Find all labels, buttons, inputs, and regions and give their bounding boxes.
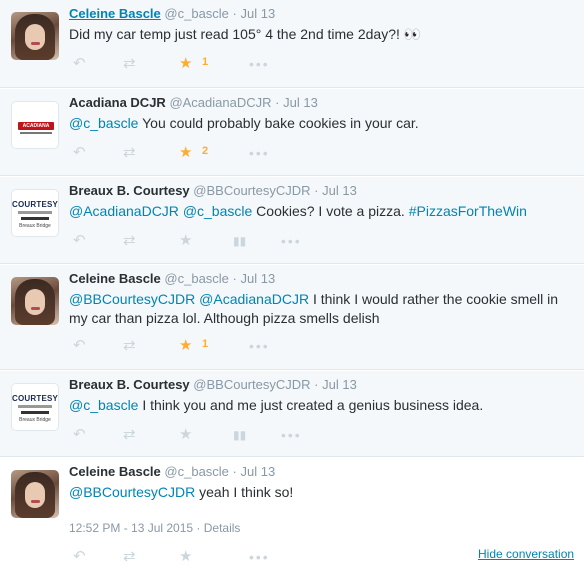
star-icon[interactable]: ★: [179, 54, 192, 74]
user-name[interactable]: Breaux B. Courtesy: [69, 183, 190, 198]
tweet-header: Celeine Bascle @c_bascle · Jul 13: [69, 464, 275, 479]
more-icon[interactable]: •••: [249, 547, 270, 567]
hide-conversation-link[interactable]: Hide conversation: [478, 547, 574, 561]
separator-dot: ·: [314, 183, 319, 198]
mention-link[interactable]: @c_bascle: [69, 397, 138, 413]
eyes-emoji: 👀: [403, 26, 422, 42]
tweet-body: I think you and me just created a genius…: [138, 397, 484, 413]
user-handle[interactable]: @c_bascle: [164, 6, 229, 21]
avatar[interactable]: ACADIANA: [11, 101, 59, 149]
separator-dot: ·: [314, 377, 319, 392]
tweet-header: Acadiana DCJR @AcadianaDCJR · Jul 13: [69, 95, 318, 110]
tweet-header: Celeine Bascle @c_bascle · Jul 13: [69, 271, 275, 286]
tweet-timestamp: 12:52 PM - 13 Jul 2015 · Details: [69, 521, 241, 535]
reply-icon[interactable]: ↶: [73, 336, 86, 356]
tweet-text: @BBCourtesyCJDR @AcadianaDCJR I think I …: [69, 290, 574, 328]
tweet-time[interactable]: Jul 13: [241, 271, 276, 286]
star-icon[interactable]: ★: [179, 547, 192, 567]
mention-link[interactable]: @AcadianaDCJR: [199, 291, 309, 307]
reply-icon[interactable]: ↶: [73, 425, 86, 445]
tweet[interactable]: Celeine Bascle @c_bascle · Jul 13 Did my…: [0, 0, 584, 88]
avatar[interactable]: COURTESY Breaux Bridge: [11, 383, 59, 431]
more-icon[interactable]: •••: [249, 54, 270, 74]
avatar[interactable]: COURTESY Breaux Bridge: [11, 189, 59, 237]
mention-link[interactable]: @c_bascle: [69, 115, 138, 131]
retweet-icon[interactable]: ⇄: [123, 425, 136, 445]
more-icon[interactable]: •••: [249, 336, 270, 356]
tweet-header: Celeine Bascle @c_bascle · Jul 13: [69, 6, 275, 21]
star-icon[interactable]: ★: [179, 336, 192, 356]
tweet-time[interactable]: Jul 13: [322, 183, 357, 198]
tweet-body: You could probably bake cookies in your …: [138, 115, 419, 131]
star-icon[interactable]: ★: [179, 231, 192, 251]
user-name[interactable]: Breaux B. Courtesy: [69, 377, 190, 392]
tweet-time[interactable]: Jul 13: [322, 377, 357, 392]
retweet-icon[interactable]: ⇄: [123, 143, 136, 163]
user-handle[interactable]: @c_bascle: [164, 271, 229, 286]
tweet-time[interactable]: Jul 13: [241, 6, 276, 21]
more-icon[interactable]: •••: [281, 231, 302, 251]
tweet-text: @c_bascle You could probably bake cookie…: [69, 114, 574, 133]
tweet-time[interactable]: Jul 13: [241, 464, 276, 479]
tweet-text: @c_bascle I think you and me just create…: [69, 396, 574, 415]
stats-icon[interactable]: ▮▮: [233, 425, 246, 445]
more-icon[interactable]: •••: [281, 425, 302, 445]
separator-dot: ·: [275, 95, 280, 110]
tweet-time[interactable]: Jul 13: [283, 95, 318, 110]
user-name[interactable]: Celeine Bascle: [69, 6, 161, 21]
tweet-body: Cookies? I vote a pizza.: [252, 203, 409, 219]
stats-icon[interactable]: ▮▮: [233, 231, 246, 251]
tweet-text: Did my car temp just read 105° 4 the 2nd…: [69, 25, 574, 44]
tweet-header: Breaux B. Courtesy @BBCourtesyCJDR · Jul…: [69, 183, 357, 198]
avatar[interactable]: [11, 12, 59, 60]
mention-link[interactable]: @BBCourtesyCJDR: [69, 291, 195, 307]
courtesy-logo: COURTESY: [12, 200, 59, 209]
timestamp-text[interactable]: 12:52 PM - 13 Jul 2015: [69, 521, 193, 535]
star-icon[interactable]: ★: [179, 143, 192, 163]
retweet-icon[interactable]: ⇄: [123, 54, 136, 74]
favorite-count: 2: [202, 145, 209, 157]
avatar[interactable]: [11, 470, 59, 518]
logo-city: Breaux Bridge: [19, 223, 51, 229]
logo-city: Breaux Bridge: [19, 417, 51, 423]
mention-link[interactable]: @AcadianaDCJR: [69, 203, 179, 219]
mention-link[interactable]: @c_bascle: [183, 203, 252, 219]
separator-dot: ·: [232, 271, 237, 286]
tweet-text: @BBCourtesyCJDR yeah I think so!: [69, 483, 574, 502]
more-icon[interactable]: •••: [249, 143, 270, 163]
user-name[interactable]: Acadiana DCJR: [69, 95, 166, 110]
favorite-count: 1: [202, 56, 209, 68]
user-handle[interactable]: @c_bascle: [164, 464, 229, 479]
tweet[interactable]: ACADIANA Acadiana DCJR @AcadianaDCJR · J…: [0, 89, 584, 176]
tweet-body: Did my car temp just read 105° 4 the 2nd…: [69, 26, 400, 42]
user-handle[interactable]: @BBCourtesyCJDR: [193, 377, 310, 392]
separator-dot: ·: [232, 6, 237, 21]
reply-icon[interactable]: ↶: [73, 547, 86, 567]
retweet-icon[interactable]: ⇄: [123, 336, 136, 356]
tweet[interactable]: Celeine Bascle @c_bascle · Jul 13 @BBCou…: [0, 265, 584, 370]
user-handle[interactable]: @AcadianaDCJR: [169, 95, 271, 110]
reply-icon[interactable]: ↶: [73, 54, 86, 74]
retweet-icon[interactable]: ⇄: [123, 547, 136, 567]
reply-icon[interactable]: ↶: [73, 231, 86, 251]
tweet[interactable]: COURTESY Breaux Bridge Breaux B. Courtes…: [0, 177, 584, 264]
user-handle[interactable]: @BBCourtesyCJDR: [193, 183, 310, 198]
star-icon[interactable]: ★: [179, 425, 192, 445]
courtesy-logo: COURTESY: [12, 394, 59, 403]
user-name[interactable]: Celeine Bascle: [69, 464, 161, 479]
tweet-header: Breaux B. Courtesy @BBCourtesyCJDR · Jul…: [69, 377, 357, 392]
details-link[interactable]: Details: [204, 521, 241, 535]
favorite-count: 1: [202, 338, 209, 350]
mention-link[interactable]: @BBCourtesyCJDR: [69, 484, 195, 500]
reply-icon[interactable]: ↶: [73, 143, 86, 163]
tweet[interactable]: COURTESY Breaux Bridge Breaux B. Courtes…: [0, 371, 584, 457]
hashtag-link[interactable]: #PizzasForTheWin: [409, 203, 527, 219]
separator-dot: ·: [232, 464, 237, 479]
tweet-text: @AcadianaDCJR @c_bascle Cookies? I vote …: [69, 202, 574, 221]
retweet-icon[interactable]: ⇄: [123, 231, 136, 251]
user-name[interactable]: Celeine Bascle: [69, 271, 161, 286]
acadiana-logo: ACADIANA: [18, 122, 54, 130]
tweet-body: yeah I think so!: [195, 484, 294, 500]
avatar[interactable]: [11, 277, 59, 325]
